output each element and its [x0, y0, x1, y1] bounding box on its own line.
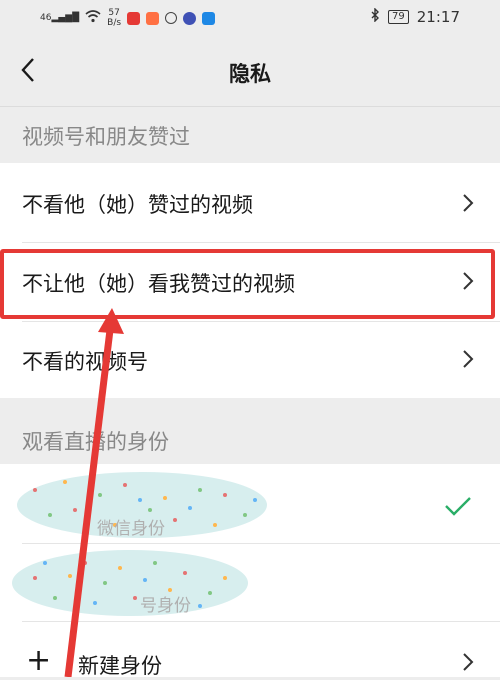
annotation-arrow: [64, 308, 124, 677]
